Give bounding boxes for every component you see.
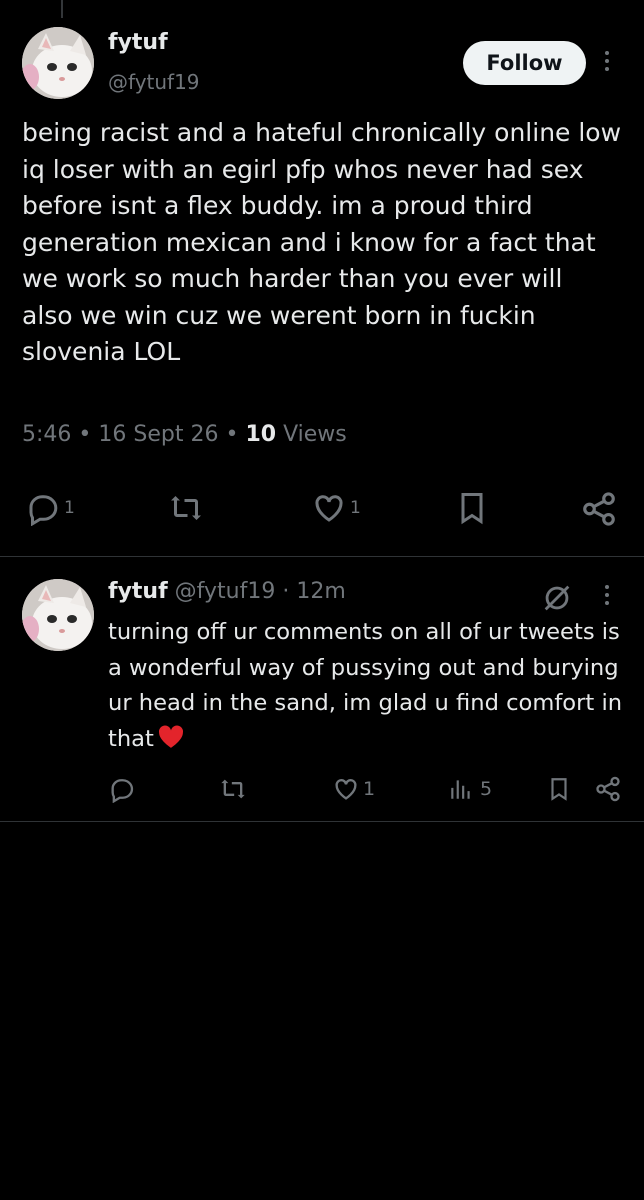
author-handle[interactable]: @fytuf19 (108, 70, 200, 94)
retweet-icon (221, 779, 245, 799)
bookmark-button[interactable] (546, 775, 572, 803)
reply-button[interactable] (108, 775, 136, 803)
red-heart-emoji-icon (158, 725, 184, 761)
reply-text: turning off ur comments on all of ur twe… (108, 615, 628, 760)
main-tweet: fytuf @fytuf19 Follow being racist and a… (0, 0, 644, 557)
views-count: 10 (245, 422, 277, 447)
like-button[interactable]: 1 (332, 775, 375, 803)
share-button[interactable] (580, 490, 618, 528)
reply-button[interactable]: 1 (24, 490, 75, 526)
meta-separator: • (78, 422, 92, 447)
tweet-actions: 1 1 (0, 484, 644, 532)
heart-icon (335, 779, 357, 800)
views-label: Views (283, 422, 347, 447)
tweet-date[interactable]: 16 Sept 26 (98, 422, 218, 447)
author-name[interactable]: fytuf (108, 579, 168, 604)
retweet-icon (171, 496, 201, 520)
avatar[interactable] (22, 579, 94, 651)
author-handle-time[interactable]: @fytuf19 · 12m (175, 579, 346, 604)
reply-text-body: turning off ur comments on all of ur twe… (108, 619, 623, 752)
tweet-time[interactable]: 5:46 (22, 422, 71, 447)
bookmark-button[interactable] (454, 490, 490, 526)
tweet-meta: 5:46 • 16 Sept 26 • 10 Views (22, 422, 347, 447)
author-name[interactable]: fytuf (108, 30, 168, 55)
share-icon (596, 776, 620, 802)
analytics-icon (451, 780, 470, 799)
tweet-text: being racist and a hateful chronically o… (22, 118, 622, 366)
reply-icon (29, 495, 58, 526)
reply-tweet: fytuf @fytuf19 · 12m turning off ur comm… (0, 557, 644, 822)
conversation-muted-icon[interactable] (540, 581, 574, 619)
avatar[interactable] (22, 27, 94, 99)
more-options-icon[interactable] (602, 585, 612, 605)
share-icon (583, 492, 615, 526)
reply-count: 1 (64, 498, 75, 518)
retweet-button[interactable] (166, 490, 206, 526)
bookmark-icon (551, 778, 567, 801)
meta-separator: • (225, 422, 239, 447)
reply-header: fytuf @fytuf19 · 12m (108, 579, 346, 604)
share-button[interactable] (594, 775, 622, 803)
heart-icon (315, 495, 343, 522)
like-count: 1 (363, 778, 376, 800)
cat-avatar-image (22, 579, 94, 651)
retweet-button[interactable] (218, 775, 248, 803)
more-options-icon[interactable] (602, 51, 612, 71)
like-button[interactable]: 1 (310, 490, 361, 526)
reply-actions: 1 5 (0, 771, 644, 807)
cat-avatar-image (22, 27, 94, 99)
follow-button[interactable]: Follow (463, 41, 586, 85)
views-button[interactable]: 5 (448, 775, 492, 803)
reply-icon (111, 779, 134, 803)
bookmark-icon (461, 493, 483, 525)
like-count: 1 (350, 498, 361, 518)
views-count: 5 (480, 778, 493, 800)
